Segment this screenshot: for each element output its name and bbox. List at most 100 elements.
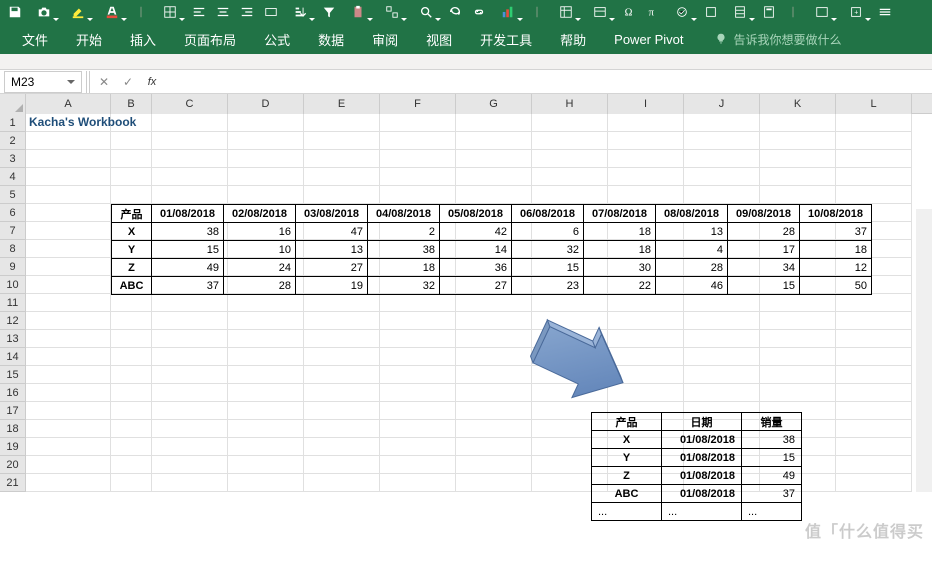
cell[interactable] bbox=[456, 456, 532, 474]
cell[interactable] bbox=[684, 366, 760, 384]
cell[interactable] bbox=[111, 186, 152, 204]
cell[interactable] bbox=[380, 294, 456, 312]
cell[interactable] bbox=[228, 348, 304, 366]
cell[interactable] bbox=[532, 150, 608, 168]
cell[interactable] bbox=[380, 366, 456, 384]
cancel-button[interactable]: ✕ bbox=[92, 71, 116, 93]
merge-icon[interactable] bbox=[260, 2, 282, 22]
cell[interactable] bbox=[380, 402, 456, 420]
cell[interactable] bbox=[760, 366, 836, 384]
cell[interactable] bbox=[26, 222, 111, 240]
cell[interactable] bbox=[760, 150, 836, 168]
column-header[interactable]: I bbox=[608, 94, 684, 114]
select-all-button[interactable] bbox=[0, 94, 26, 114]
cell[interactable] bbox=[760, 186, 836, 204]
row-header[interactable]: 16 bbox=[0, 384, 26, 402]
cell[interactable] bbox=[836, 366, 912, 384]
cell[interactable] bbox=[304, 402, 380, 420]
omega-icon[interactable]: Ω bbox=[618, 2, 640, 22]
cell[interactable] bbox=[304, 330, 380, 348]
cell[interactable] bbox=[152, 312, 228, 330]
sort-icon[interactable] bbox=[284, 2, 316, 22]
row-header[interactable]: 7 bbox=[0, 222, 26, 240]
cell[interactable] bbox=[380, 474, 456, 492]
cell[interactable] bbox=[532, 186, 608, 204]
cell[interactable] bbox=[152, 132, 228, 150]
cell[interactable] bbox=[26, 384, 111, 402]
cell[interactable] bbox=[380, 114, 456, 132]
cell[interactable] bbox=[608, 150, 684, 168]
cell[interactable] bbox=[26, 348, 111, 366]
cell[interactable] bbox=[304, 186, 380, 204]
cell[interactable] bbox=[111, 438, 152, 456]
cell[interactable] bbox=[304, 132, 380, 150]
cell[interactable] bbox=[26, 132, 111, 150]
save-icon[interactable] bbox=[4, 2, 26, 22]
cell[interactable] bbox=[836, 456, 912, 474]
tab-file[interactable]: 文件 bbox=[8, 24, 62, 54]
cell[interactable] bbox=[228, 366, 304, 384]
cell[interactable] bbox=[836, 312, 912, 330]
row-header[interactable]: 8 bbox=[0, 240, 26, 258]
tab-view[interactable]: 视图 bbox=[412, 24, 466, 54]
cell[interactable] bbox=[26, 474, 111, 492]
cell[interactable] bbox=[836, 420, 912, 438]
tab-power-pivot[interactable]: Power Pivot bbox=[600, 24, 697, 54]
align-left-icon[interactable] bbox=[188, 2, 210, 22]
column-header[interactable]: E bbox=[304, 94, 380, 114]
name-box[interactable]: M23 bbox=[4, 71, 82, 93]
cell[interactable] bbox=[152, 186, 228, 204]
row-header[interactable]: 18 bbox=[0, 420, 26, 438]
cell[interactable] bbox=[26, 330, 111, 348]
cell[interactable] bbox=[304, 348, 380, 366]
column-header[interactable]: C bbox=[152, 94, 228, 114]
paste-icon[interactable] bbox=[342, 2, 374, 22]
cell[interactable] bbox=[26, 204, 111, 222]
column-header[interactable]: G bbox=[456, 94, 532, 114]
arrow-shape[interactable] bbox=[506, 314, 636, 414]
cell[interactable] bbox=[26, 420, 111, 438]
cell[interactable] bbox=[456, 186, 532, 204]
cell[interactable] bbox=[152, 114, 228, 132]
cell[interactable] bbox=[152, 150, 228, 168]
highlight-icon[interactable] bbox=[62, 2, 94, 22]
row-header[interactable]: 15 bbox=[0, 366, 26, 384]
row-header[interactable]: 9 bbox=[0, 258, 26, 276]
cell[interactable] bbox=[684, 114, 760, 132]
cell[interactable] bbox=[684, 348, 760, 366]
cell[interactable] bbox=[26, 240, 111, 258]
cell[interactable] bbox=[608, 186, 684, 204]
cell[interactable] bbox=[684, 384, 760, 402]
cell[interactable] bbox=[152, 168, 228, 186]
slicer-icon[interactable] bbox=[724, 2, 756, 22]
cell[interactable] bbox=[304, 294, 380, 312]
cell[interactable] bbox=[456, 420, 532, 438]
row-header[interactable]: 2 bbox=[0, 132, 26, 150]
formula-input[interactable] bbox=[164, 71, 932, 93]
cell[interactable] bbox=[111, 330, 152, 348]
column-header[interactable]: L bbox=[836, 94, 912, 114]
cell[interactable] bbox=[228, 168, 304, 186]
cell[interactable] bbox=[111, 366, 152, 384]
row-header[interactable]: 4 bbox=[0, 168, 26, 186]
column-header[interactable]: A bbox=[26, 94, 111, 114]
cell[interactable] bbox=[380, 132, 456, 150]
addins-icon[interactable]: + bbox=[840, 2, 872, 22]
cell[interactable] bbox=[836, 474, 912, 492]
tab-data[interactable]: 数据 bbox=[304, 24, 358, 54]
cell[interactable] bbox=[380, 312, 456, 330]
cell[interactable] bbox=[380, 438, 456, 456]
cell[interactable] bbox=[380, 456, 456, 474]
font-color-icon[interactable] bbox=[96, 2, 128, 22]
cell[interactable] bbox=[111, 420, 152, 438]
cell[interactable] bbox=[228, 150, 304, 168]
cell[interactable] bbox=[836, 438, 912, 456]
row-header[interactable]: 11 bbox=[0, 294, 26, 312]
cell[interactable] bbox=[26, 150, 111, 168]
cell[interactable] bbox=[152, 366, 228, 384]
cell[interactable] bbox=[152, 348, 228, 366]
cell[interactable] bbox=[152, 330, 228, 348]
cell[interactable] bbox=[608, 294, 684, 312]
enter-button[interactable]: ✓ bbox=[116, 71, 140, 93]
cell[interactable] bbox=[152, 294, 228, 312]
